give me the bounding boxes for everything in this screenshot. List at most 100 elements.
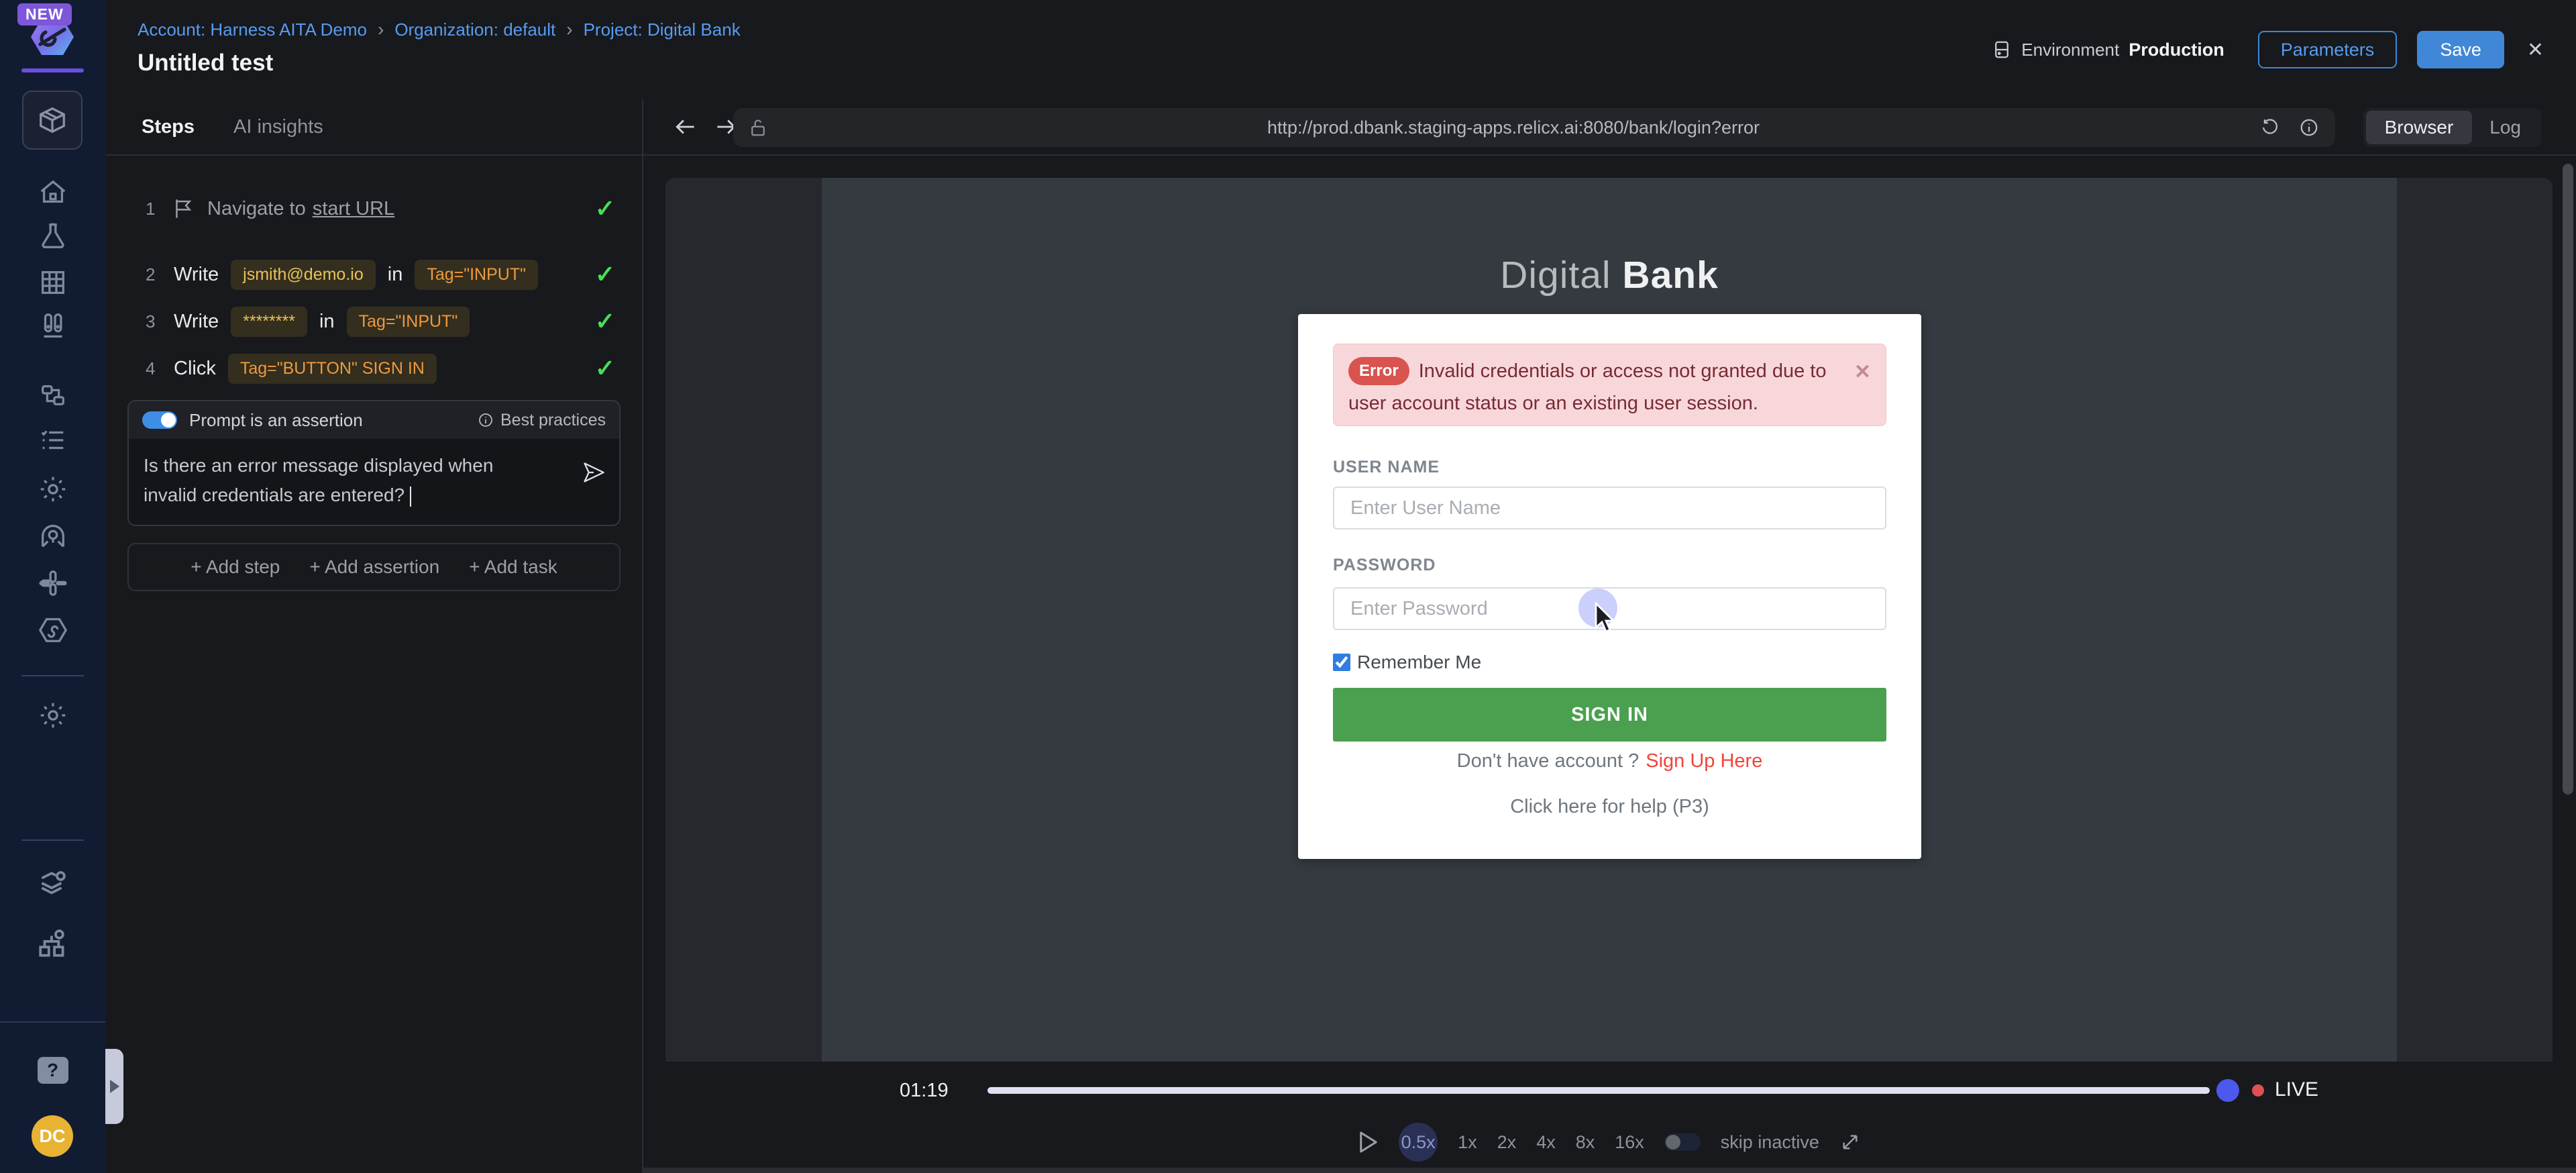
back-button[interactable] xyxy=(673,114,698,143)
step-row-4[interactable]: 4 Click Tag="BUTTON" SIGN IN ✓ xyxy=(105,345,642,392)
panel-collapse-handle[interactable] xyxy=(105,1049,123,1124)
add-task-button[interactable]: + Add task xyxy=(469,556,557,578)
tab-steps[interactable]: Steps xyxy=(142,116,195,138)
sidebar-item-layers-config[interactable] xyxy=(0,868,105,901)
assertion-toggle[interactable] xyxy=(142,411,177,429)
sidebar-item-checklist[interactable] xyxy=(0,425,105,456)
help-link[interactable]: Click here for help (P3) xyxy=(1298,796,1921,818)
page-title: Untitled test xyxy=(138,50,273,76)
grid-icon xyxy=(38,267,68,298)
step-value-badge[interactable]: ******** xyxy=(231,307,307,337)
error-close-icon[interactable]: ✕ xyxy=(1854,356,1871,389)
url-text[interactable]: http://prod.dbank.staging-apps.relicx.ai… xyxy=(767,117,2260,138)
error-text-line1: Invalid credentials or access not grante… xyxy=(1419,360,1827,382)
step-row-3[interactable]: 3 Write ******** in Tag="INPUT" ✓ xyxy=(105,298,642,345)
step-row-2[interactable]: 2 Write jsmith@demo.io in Tag="INPUT" ✓ xyxy=(105,251,642,298)
site-page: Digital Bank ErrorInvalid credentials or… xyxy=(822,178,2397,1062)
fullscreen-expand-icon[interactable] xyxy=(1839,1131,1861,1153)
tab-ai-insights[interactable]: AI insights xyxy=(233,116,323,138)
step-selector-badge[interactable]: Tag="INPUT" xyxy=(415,260,538,290)
speed-2x[interactable]: 2x xyxy=(1497,1132,1517,1153)
sidebar-item-components[interactable] xyxy=(0,311,105,342)
horizontal-scrollbar[interactable] xyxy=(643,1168,2576,1173)
sidebar-item-pipelines[interactable] xyxy=(0,380,105,411)
speed-1x[interactable]: 1x xyxy=(1458,1132,1477,1153)
step-value-badge[interactable]: jsmith@demo.io xyxy=(231,260,376,290)
live-indicator-dot xyxy=(2252,1084,2264,1096)
sidebar-divider xyxy=(21,839,84,841)
add-assertion-button[interactable]: + Add assertion xyxy=(309,556,439,578)
play-button[interactable] xyxy=(1358,1131,1379,1154)
breadcrumb-organization[interactable]: Organization: default xyxy=(394,19,555,40)
sidebar-item-flow-config[interactable] xyxy=(0,926,105,960)
toggle-knob xyxy=(161,413,176,427)
sidebar-item-incognito[interactable] xyxy=(0,521,105,552)
sidebar-item-home[interactable] xyxy=(0,177,105,208)
breadcrumb-project[interactable]: Project: Digital Bank xyxy=(584,19,741,40)
start-url-link[interactable]: start URL xyxy=(313,198,394,220)
browser-panel: http://prod.dbank.staging-apps.relicx.ai… xyxy=(643,99,2576,1173)
avatar[interactable]: DC xyxy=(32,1115,73,1157)
parameters-button[interactable]: Parameters xyxy=(2258,31,2398,68)
add-actions-box: + Add step + Add assertion + Add task xyxy=(127,543,621,591)
breadcrumb-separator: › xyxy=(378,19,384,40)
breadcrumb-account[interactable]: Account: Harness AITA Demo xyxy=(138,19,367,40)
remember-me-checkbox[interactable] xyxy=(1333,654,1350,671)
skip-inactive-toggle[interactable] xyxy=(1664,1133,1701,1151)
speed-4x[interactable]: 4x xyxy=(1536,1132,1556,1153)
close-icon[interactable]: ✕ xyxy=(2527,38,2544,62)
step-selector-badge[interactable]: Tag="BUTTON" SIGN IN xyxy=(228,354,437,384)
add-step-button[interactable]: + Add step xyxy=(191,556,280,578)
step-number: 3 xyxy=(146,311,174,332)
sidebar-item-harness-cicd[interactable] xyxy=(0,615,105,646)
sidebar-divider xyxy=(21,675,84,676)
assertion-prompt-editor[interactable]: Is there an error message displayed when… xyxy=(129,439,619,525)
step-selector-badge[interactable]: Tag="INPUT" xyxy=(347,307,470,337)
view-mode-switch: Browser Log xyxy=(2363,108,2541,147)
timeline-scrubber[interactable] xyxy=(2216,1079,2239,1102)
flowchart-gear-icon xyxy=(36,926,70,960)
sidebar-item-slack[interactable] xyxy=(0,568,105,599)
tab-log[interactable]: Log xyxy=(2472,117,2538,138)
step-success-icon: ✓ xyxy=(595,307,615,336)
step-number: 2 xyxy=(146,264,174,285)
step-verb: Write xyxy=(174,311,219,333)
reload-icon[interactable] xyxy=(2260,117,2280,138)
sidebar-item-settings-module[interactable] xyxy=(0,474,105,505)
speed-0.5x[interactable]: 0.5x xyxy=(1399,1123,1438,1162)
pipeline-icon xyxy=(38,380,68,411)
site-brand: Digital Bank xyxy=(822,253,2397,297)
info-icon xyxy=(478,412,494,428)
sidebar-item-active-module[interactable] xyxy=(22,91,83,150)
speed-8x[interactable]: 8x xyxy=(1576,1132,1595,1153)
steps-panel: Steps AI insights 1 Navigate to start UR… xyxy=(105,99,643,1173)
chat-question-icon: ? xyxy=(38,1057,68,1084)
chevron-right-icon xyxy=(110,1080,119,1093)
username-label: USER NAME xyxy=(1333,458,1440,477)
sidebar-item-grid[interactable] xyxy=(0,267,105,298)
browser-viewport: Digital Bank ErrorInvalid credentials or… xyxy=(665,178,2553,1062)
environment-value: Production xyxy=(2129,40,2224,60)
timeline-track[interactable] xyxy=(987,1087,2210,1094)
step-row-1[interactable]: 1 Navigate to start URL ✓ xyxy=(105,185,642,232)
save-button[interactable]: Save xyxy=(2417,31,2504,68)
login-card: ErrorInvalid credentials or access not g… xyxy=(1298,314,1921,859)
sidebar-item-account-settings[interactable] xyxy=(0,700,105,731)
sidebar-item-help-chat[interactable]: ? xyxy=(0,1057,105,1084)
sidebar-item-test-lab[interactable] xyxy=(0,221,105,252)
info-icon[interactable] xyxy=(2299,117,2319,138)
vertical-scrollbar[interactable] xyxy=(2563,164,2573,795)
checklist-icon xyxy=(38,425,68,456)
tab-browser[interactable]: Browser xyxy=(2366,111,2473,144)
send-icon xyxy=(582,460,606,484)
url-bar[interactable]: http://prod.dbank.staging-apps.relicx.ai… xyxy=(733,108,2335,147)
sign-in-button[interactable]: SIGN IN xyxy=(1333,688,1886,742)
send-prompt-button[interactable] xyxy=(582,460,606,510)
assertion-prompt-text[interactable]: Is there an error message displayed when… xyxy=(144,451,582,510)
speed-16x[interactable]: 16x xyxy=(1615,1132,1644,1153)
sidebar-accent-divider xyxy=(21,68,84,72)
sign-up-link[interactable]: Sign Up Here xyxy=(1646,750,1762,772)
best-practices-link[interactable]: Best practices xyxy=(478,411,606,430)
username-field[interactable] xyxy=(1333,487,1886,529)
environment-label: Environment xyxy=(2021,40,2119,60)
